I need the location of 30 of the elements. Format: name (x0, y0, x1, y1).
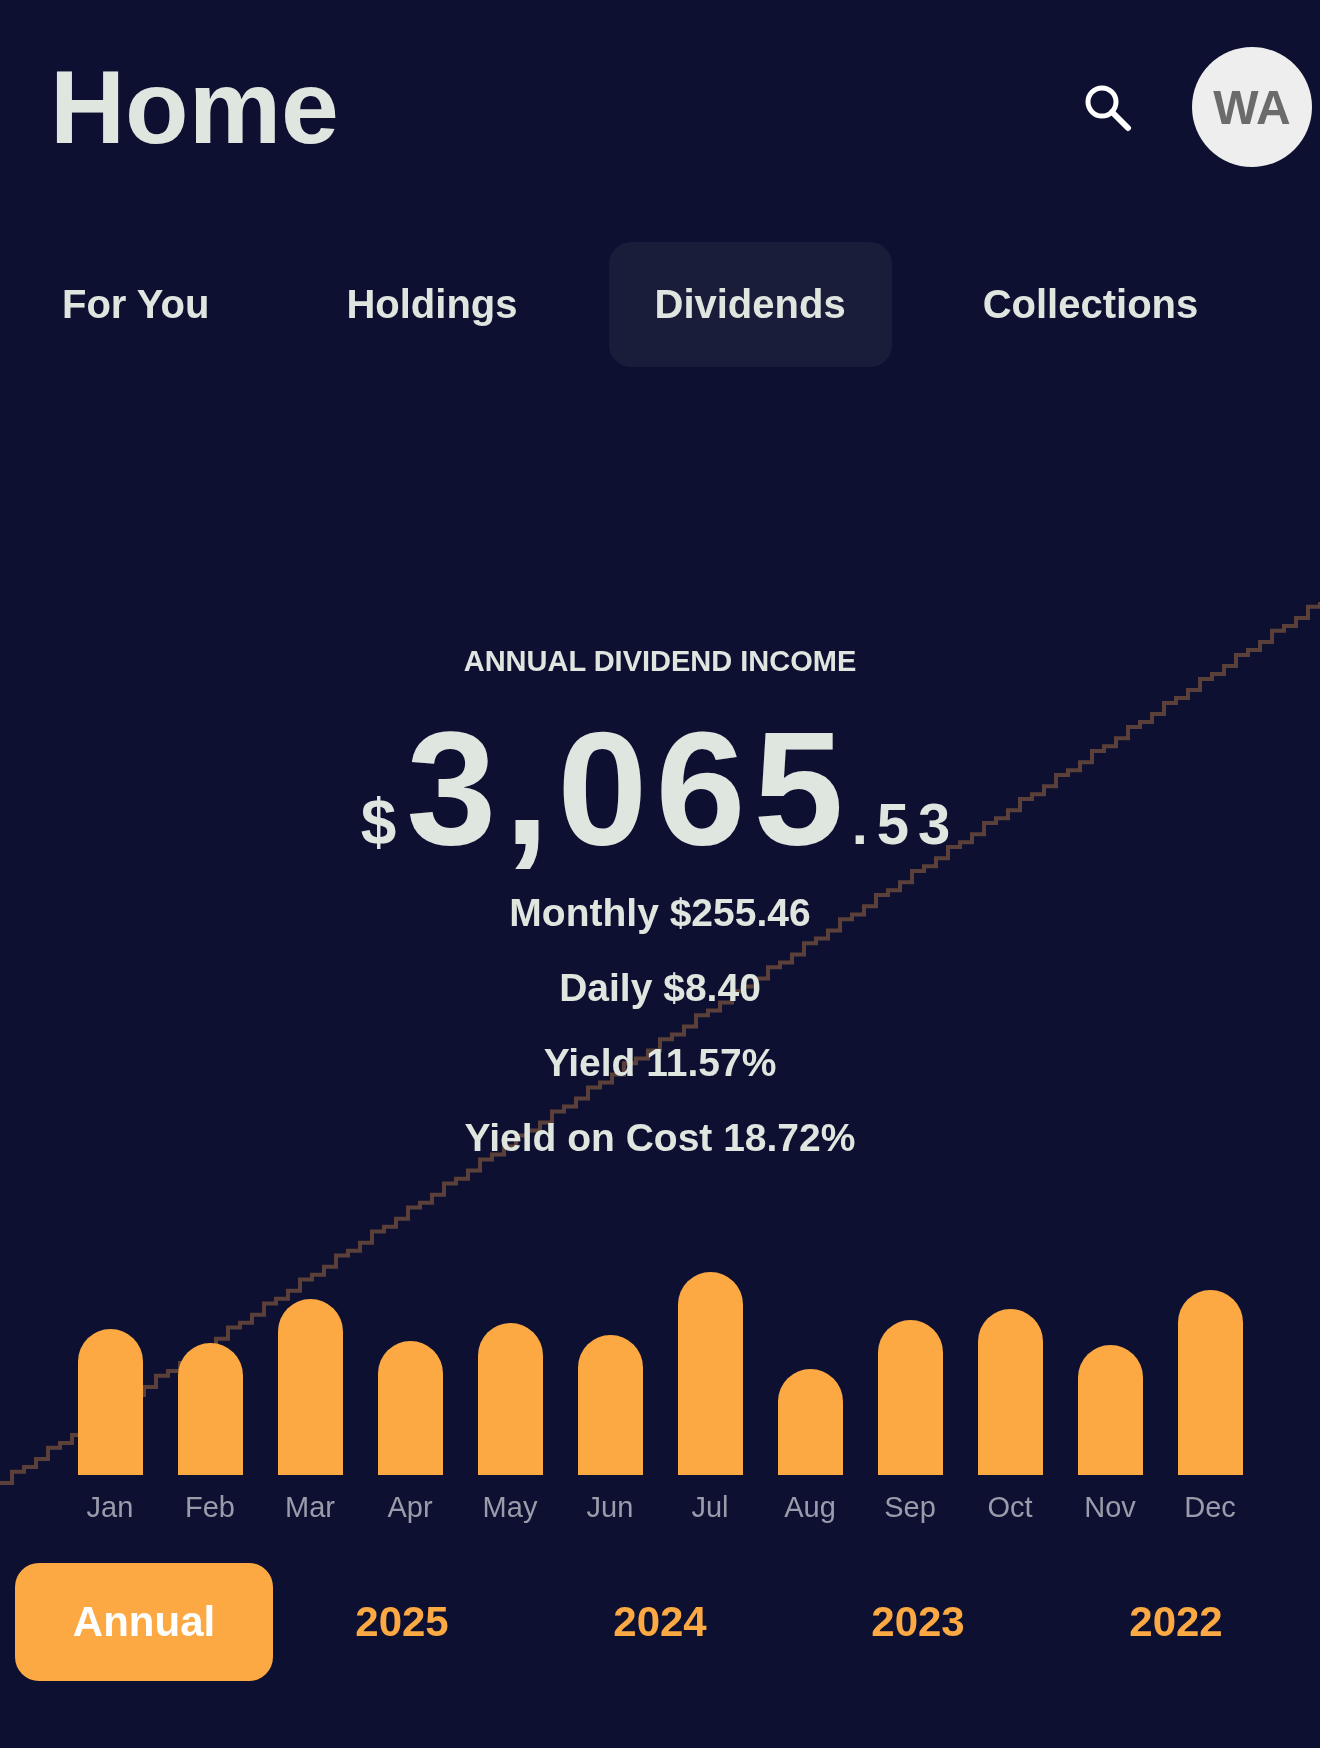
currency-symbol: $ (360, 785, 397, 860)
income-label: ANNUAL DIVIDEND INCOME (463, 644, 857, 678)
month-label: Apr (387, 1490, 433, 1525)
month-label: Mar (285, 1490, 335, 1525)
period-tab[interactable]: 2022 (1047, 1563, 1305, 1681)
income-stat: Yield on Cost 18.72% (464, 1115, 856, 1161)
period-tab[interactable]: 2025 (273, 1563, 531, 1681)
page-title: Home (50, 48, 340, 167)
income-stat: Monthly $255.46 (509, 890, 811, 936)
month-label: May (482, 1490, 538, 1525)
month-label: Nov (1084, 1490, 1136, 1525)
month-label: Oct (987, 1490, 1033, 1525)
period-tab[interactable]: 2024 (531, 1563, 789, 1681)
avatar[interactable]: WA (1192, 47, 1312, 167)
month-label: Feb (185, 1490, 235, 1525)
tab[interactable]: Holdings (300, 242, 564, 367)
tab[interactable]: Dividends (608, 242, 892, 367)
month-label: Jan (86, 1490, 134, 1525)
tab[interactable]: Collections (936, 242, 1245, 367)
month-label: Dec (1184, 1490, 1236, 1525)
tab[interactable]: For You (16, 242, 256, 367)
month-label: Jul (691, 1490, 729, 1525)
month-label: Jun (586, 1490, 634, 1525)
month-label: Sep (884, 1490, 936, 1525)
income-amount: 3,065 (406, 703, 852, 873)
income-cents: .53 (851, 790, 960, 858)
income-stat: Yield 11.57% (543, 1040, 777, 1086)
month-label: Aug (784, 1490, 836, 1525)
period-tab[interactable]: 2023 (789, 1563, 1047, 1681)
income-stat: Daily $8.40 (559, 965, 761, 1011)
